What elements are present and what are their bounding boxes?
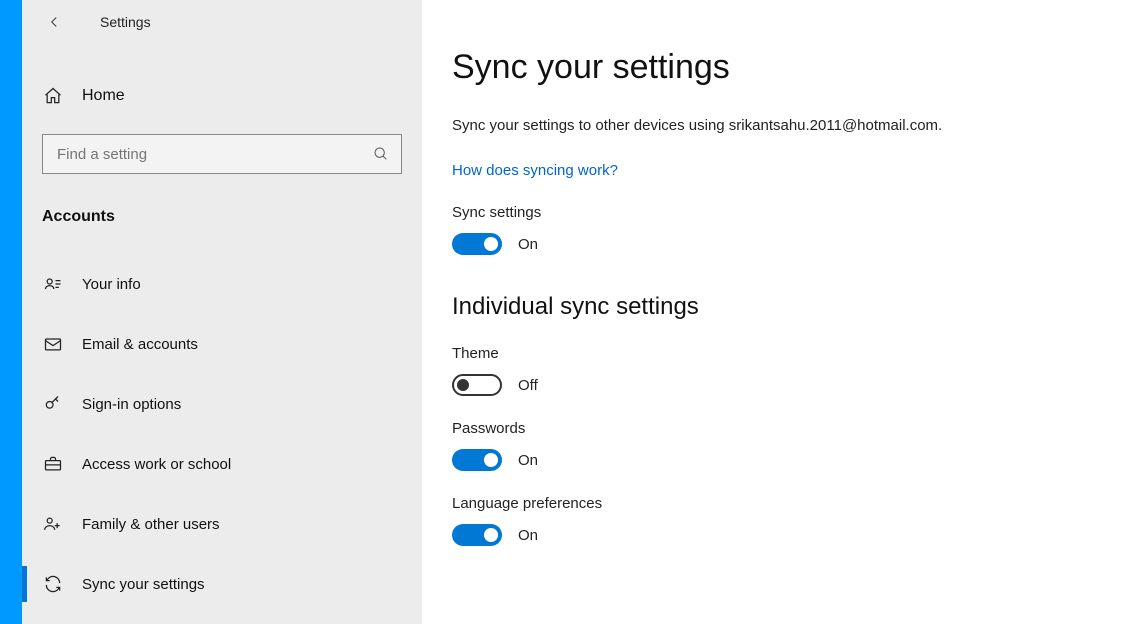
language-label: Language preferences (452, 495, 1100, 512)
page-title: Sync your settings (452, 48, 1100, 87)
sidebar-item-your-info[interactable]: Your info (22, 254, 422, 314)
passwords-toggle[interactable] (452, 449, 502, 471)
sidebar-item-label: Your info (82, 276, 141, 293)
sync-settings-toggle[interactable] (452, 233, 502, 255)
sidebar-item-label: Access work or school (82, 456, 231, 473)
back-button[interactable] (42, 10, 66, 34)
person-card-icon (42, 273, 64, 295)
sidebar-item-family-users[interactable]: Family & other users (22, 494, 422, 554)
briefcase-icon (42, 453, 64, 475)
main-content: Sync your settings Sync your settings to… (422, 0, 1130, 624)
sync-settings-state: On (518, 236, 538, 253)
language-toggle[interactable] (452, 524, 502, 546)
search-box[interactable] (42, 134, 402, 174)
passwords-label: Passwords (452, 420, 1100, 437)
language-toggle-row: On (452, 524, 1100, 546)
people-icon (42, 513, 64, 535)
theme-toggle[interactable] (452, 374, 502, 396)
sidebar-item-signin-options[interactable]: Sign-in options (22, 374, 422, 434)
sync-settings-label: Sync settings (452, 204, 1100, 221)
sidebar-item-label: Sync your settings (82, 576, 205, 593)
sidebar-header: Settings (22, 0, 422, 44)
search-container (22, 134, 422, 174)
home-nav[interactable]: Home (22, 66, 422, 126)
passwords-toggle-row: On (452, 449, 1100, 471)
home-label: Home (82, 87, 125, 105)
language-state: On (518, 527, 538, 544)
sidebar-item-email-accounts[interactable]: Email & accounts (22, 314, 422, 374)
search-icon (373, 146, 389, 162)
theme-state: Off (518, 377, 538, 394)
sync-icon (42, 573, 64, 595)
sidebar-item-label: Family & other users (82, 516, 220, 533)
theme-toggle-row: Off (452, 374, 1100, 396)
nav-list: Your info Email & accounts Sign-in optio… (22, 254, 422, 614)
how-syncing-works-link[interactable]: How does syncing work? (452, 162, 618, 179)
arrow-left-icon (45, 13, 63, 31)
theme-label: Theme (452, 345, 1100, 362)
sidebar-item-label: Sign-in options (82, 396, 181, 413)
mail-icon (42, 333, 64, 355)
search-input[interactable] (43, 146, 401, 163)
sidebar-item-label: Email & accounts (82, 336, 198, 353)
sidebar-section-title: Accounts (22, 208, 422, 226)
home-icon (42, 85, 64, 107)
sidebar: Settings Home Accounts Your info Email &… (22, 0, 422, 624)
header-title: Settings (100, 14, 151, 30)
sidebar-item-sync-settings[interactable]: Sync your settings (22, 554, 422, 614)
window-edge-accent (0, 0, 22, 624)
sync-description: Sync your settings to other devices usin… (452, 117, 1100, 134)
individual-sync-heading: Individual sync settings (452, 293, 1100, 321)
sidebar-item-access-work-school[interactable]: Access work or school (22, 434, 422, 494)
key-icon (42, 393, 64, 415)
sync-settings-toggle-row: On (452, 233, 1100, 255)
passwords-state: On (518, 452, 538, 469)
